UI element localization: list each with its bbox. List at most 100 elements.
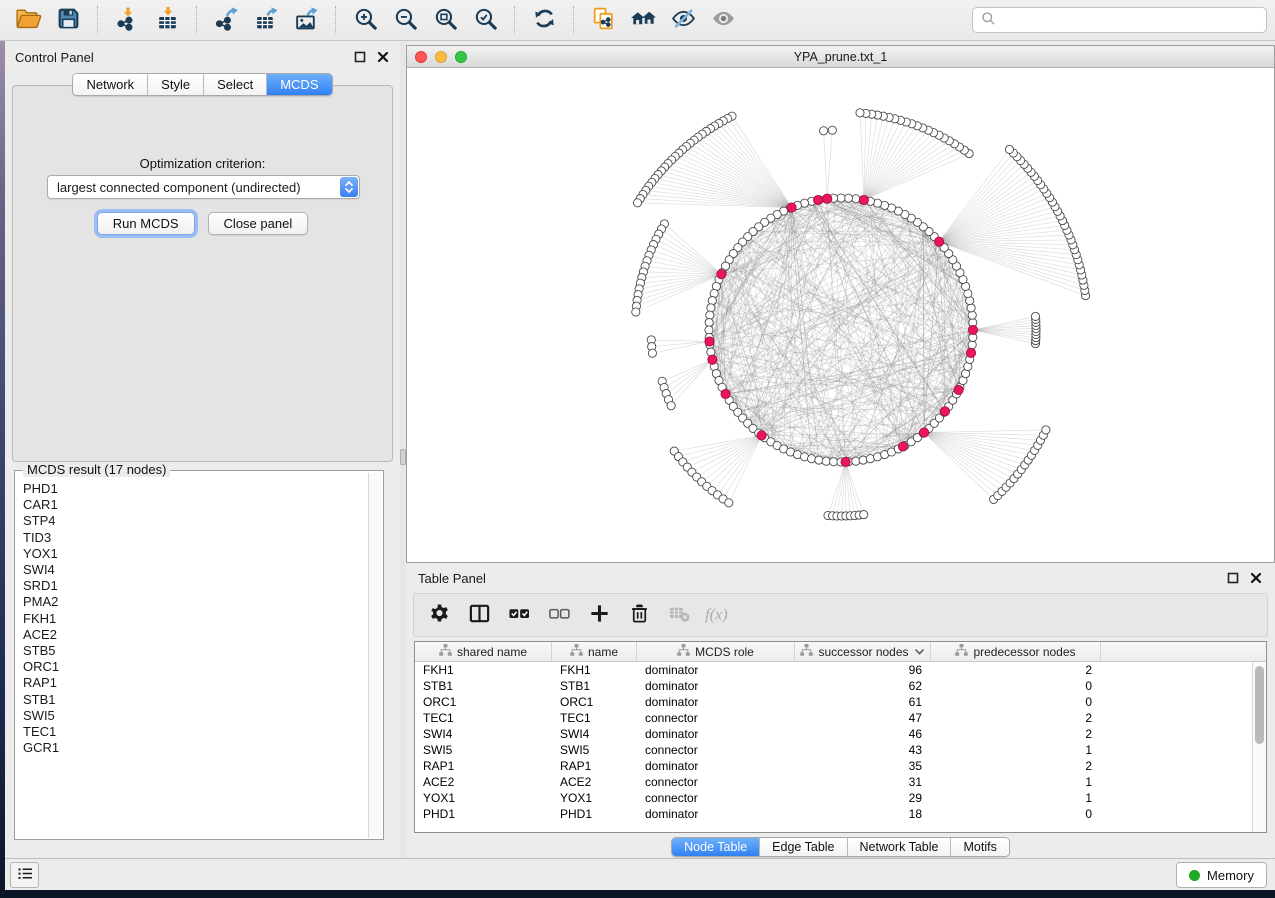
mcds-result-item[interactable]: TID3 — [23, 530, 368, 546]
create-new-column-button[interactable] — [584, 599, 614, 631]
deselect-all-button[interactable] — [544, 599, 574, 631]
optimization-criterion-select[interactable]: largest connected component (undirected) — [47, 175, 360, 199]
tab-network-table[interactable]: Network Table — [848, 838, 952, 856]
task-history-button[interactable] — [10, 862, 39, 888]
save-button[interactable] — [48, 3, 88, 37]
zoom-out-button[interactable] — [385, 3, 425, 37]
mcds-result-item[interactable]: FKH1 — [23, 611, 368, 627]
column-header-name[interactable]: name — [552, 642, 637, 661]
memory-button[interactable]: Memory — [1176, 862, 1267, 888]
column-header-predecessor-nodes[interactable]: predecessor nodes — [931, 642, 1101, 661]
zoom-selected-button[interactable] — [465, 3, 505, 37]
cell-MCDS-role: connector — [637, 775, 795, 789]
cell-shared-name: YOX1 — [415, 791, 552, 805]
tab-edge-table[interactable]: Edge Table — [760, 838, 847, 856]
float-table-panel-icon[interactable] — [1226, 571, 1240, 585]
table-row[interactable]: ACE2ACE2connector311 — [415, 774, 1252, 790]
table-row[interactable]: ORC1ORC1dominator610 — [415, 694, 1252, 710]
zoom-in-button[interactable] — [345, 3, 385, 37]
show-all-button[interactable] — [703, 3, 743, 37]
cell-MCDS-role: connector — [637, 711, 795, 725]
export-image-button[interactable] — [286, 3, 326, 37]
open-button[interactable] — [8, 3, 48, 37]
cell-successor-nodes: 29 — [795, 791, 931, 805]
control-panel-tab-style[interactable]: Style — [148, 74, 204, 95]
table-row[interactable]: SWI4SWI4dominator462 — [415, 726, 1252, 742]
cell-shared-name: ORC1 — [415, 695, 552, 709]
close-panel-button[interactable]: Close panel — [208, 212, 309, 235]
export-table-button[interactable] — [246, 3, 286, 37]
control-panel-tab-select[interactable]: Select — [204, 74, 267, 95]
show-hide-columns-button[interactable] — [464, 599, 494, 631]
column-tree-icon — [955, 644, 968, 659]
mcds-result-item[interactable]: TEC1 — [23, 724, 368, 740]
column-tree-icon — [439, 644, 452, 659]
mcds-result-item[interactable]: STB5 — [23, 643, 368, 659]
table-row[interactable]: YOX1YOX1connector291 — [415, 790, 1252, 806]
cell-shared-name: TEC1 — [415, 711, 552, 725]
zoom-fit-button[interactable] — [425, 3, 465, 37]
cell-MCDS-role: connector — [637, 743, 795, 757]
tab-motifs[interactable]: Motifs — [951, 838, 1008, 856]
import-table-button[interactable] — [147, 3, 187, 37]
mcds-result-item[interactable]: RAP1 — [23, 675, 368, 691]
cell-predecessor-nodes: 2 — [931, 663, 1101, 677]
mcds-list-scrollbar[interactable] — [368, 473, 382, 838]
tab-node-table[interactable]: Node Table — [672, 838, 760, 856]
column-header-MCDS-role[interactable]: MCDS role — [637, 642, 795, 661]
mcds-result-item[interactable]: CAR1 — [23, 497, 368, 513]
first-neighbors-icon — [630, 6, 657, 34]
mcds-result-item[interactable]: PHD1 — [23, 481, 368, 497]
column-header-successor-nodes[interactable]: successor nodes — [795, 642, 931, 661]
select-all-button[interactable] — [504, 599, 534, 631]
delete-table-icon — [668, 602, 691, 628]
table-scrollbar[interactable] — [1252, 662, 1266, 832]
table-row[interactable]: STB1STB1dominator620 — [415, 678, 1252, 694]
gear-icon — [428, 602, 451, 628]
hide-selected-button[interactable] — [663, 3, 703, 37]
mcds-result-item[interactable]: SWI5 — [23, 708, 368, 724]
refresh-button[interactable] — [524, 3, 564, 37]
cell-MCDS-role: dominator — [637, 807, 795, 821]
task-list-icon — [16, 865, 34, 885]
mcds-result-item[interactable]: PMA2 — [23, 594, 368, 610]
table-row[interactable]: FKH1FKH1dominator962 — [415, 662, 1252, 678]
mcds-result-item[interactable]: GCR1 — [23, 740, 368, 756]
table-mode-button[interactable] — [424, 599, 454, 631]
control-panel-tab-mcds[interactable]: MCDS — [267, 74, 331, 95]
first-neighbors-button[interactable] — [623, 3, 663, 37]
float-panel-icon[interactable] — [353, 50, 367, 64]
cell-name: YOX1 — [552, 791, 637, 805]
mcds-result-list[interactable]: PHD1CAR1STP4TID3YOX1SWI4SRD1PMA2FKH1ACE2… — [16, 473, 368, 838]
column-header-shared-name[interactable]: shared name — [415, 642, 552, 661]
mcds-result-item[interactable]: ACE2 — [23, 627, 368, 643]
table-panel-window: Table Panel f(x) shared namenameMCDS rol… — [406, 565, 1275, 858]
search-input[interactable] — [1002, 13, 1258, 28]
table-body: FKH1FKH1dominator962STB1STB1dominator620… — [415, 662, 1252, 832]
scrollbar-thumb[interactable] — [1255, 666, 1264, 744]
cell-successor-nodes: 61 — [795, 695, 931, 709]
mcds-result-item[interactable]: SWI4 — [23, 562, 368, 578]
svg-text:f(x): f(x) — [705, 604, 728, 623]
export-network-button[interactable] — [206, 3, 246, 37]
run-mcds-button[interactable]: Run MCDS — [97, 212, 195, 235]
table-panel-tabs: Node TableEdge TableNetwork TableMotifs — [406, 837, 1275, 857]
copy-style-icon — [591, 6, 616, 34]
close-table-panel-icon[interactable] — [1249, 571, 1263, 585]
control-panel-tab-network[interactable]: Network — [73, 74, 148, 95]
table-row[interactable]: PHD1PHD1dominator180 — [415, 806, 1252, 822]
mcds-result-item[interactable]: STB1 — [23, 692, 368, 708]
delete-columns-button[interactable] — [624, 599, 654, 631]
mcds-result-item[interactable]: ORC1 — [23, 659, 368, 675]
copy-style-button[interactable] — [583, 3, 623, 37]
mcds-result-item[interactable]: SRD1 — [23, 578, 368, 594]
table-row[interactable]: SWI5SWI5connector431 — [415, 742, 1252, 758]
table-row[interactable]: RAP1RAP1dominator352 — [415, 758, 1252, 774]
close-panel-icon[interactable] — [376, 50, 390, 64]
mcds-result-item[interactable]: STP4 — [23, 513, 368, 529]
import-network-button[interactable] — [107, 3, 147, 37]
table-row[interactable]: TEC1TEC1connector472 — [415, 710, 1252, 726]
network-graph-canvas[interactable] — [407, 68, 1274, 562]
search-box[interactable] — [972, 7, 1267, 33]
mcds-result-item[interactable]: YOX1 — [23, 546, 368, 562]
